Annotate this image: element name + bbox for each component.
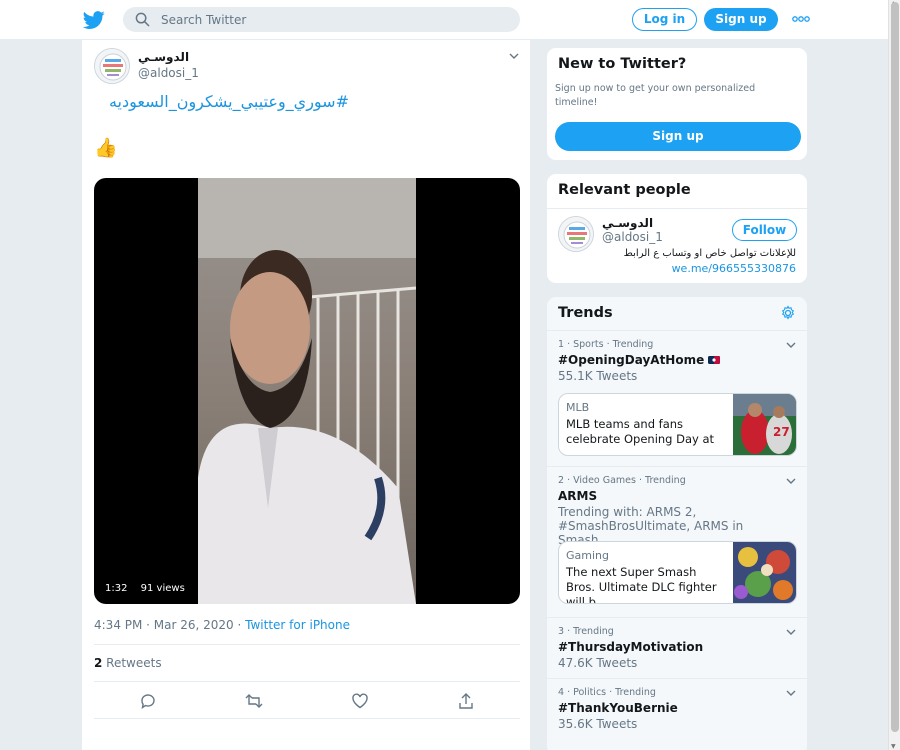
mlb-logo-icon — [708, 356, 721, 364]
tweet-actions — [94, 692, 520, 712]
divider — [94, 644, 520, 645]
trend-name-text: #OpeningDayAtHome — [558, 353, 705, 367]
chevron-down-icon[interactable] — [785, 475, 797, 487]
twitter-logo-icon[interactable] — [83, 9, 105, 31]
video-player[interactable]: 1:32 91 views — [94, 178, 520, 604]
trend-name[interactable]: #OpeningDayAtHome — [558, 353, 721, 367]
signup-description: Sign up now to get your own personalized… — [555, 83, 756, 108]
trend-meta: 2 · Video Games · Trending — [558, 475, 686, 486]
person-name[interactable]: الدوسـي — [602, 216, 653, 230]
video-views: 91 views — [140, 583, 185, 594]
chevron-down-icon[interactable] — [785, 687, 797, 699]
follow-button[interactable]: Follow — [732, 219, 797, 241]
chevron-down-icon[interactable] — [785, 626, 797, 638]
scroll-down-arrow[interactable]: ▼ — [891, 743, 896, 750]
story-headline: The next Super Smash Bros. Ultimate DLC … — [566, 565, 717, 604]
story-category: Gaming — [566, 549, 609, 562]
page-scrollbar[interactable]: ▲ ▼ — [888, 0, 900, 750]
search-bar[interactable] — [123, 7, 520, 32]
author-handle[interactable]: @aldosi_1 — [138, 66, 199, 80]
tweet-timestamp: 4:34 PM · Mar 26, 2020 · Twitter for iPh… — [94, 618, 350, 632]
svg-text:27: 27 — [773, 425, 790, 439]
trend-meta: 4 · Politics · Trending — [558, 687, 656, 698]
card-title: Trends — [558, 305, 613, 321]
trend-meta: 1 · Sports · Trending — [558, 339, 654, 350]
story-category: MLB — [566, 401, 590, 414]
video-duration: 1:32 — [105, 583, 128, 594]
retweet-icon[interactable] — [245, 692, 263, 710]
story-thumbnail: 27 — [733, 394, 796, 455]
author-avatar[interactable] — [94, 48, 130, 84]
trend-name[interactable]: #ThursdayMotivation — [558, 640, 703, 654]
author-name[interactable]: الدوسـي — [138, 50, 189, 64]
avatar-image — [559, 217, 593, 251]
top-bar: Log in Sign up — [0, 0, 888, 40]
trends-card: Trends 1 · Sports · Trending #OpeningDay… — [546, 296, 808, 750]
reply-icon[interactable] — [139, 692, 157, 710]
story-thumbnail — [733, 542, 796, 603]
divider — [547, 208, 807, 209]
divider — [94, 681, 520, 682]
like-heart-icon[interactable] — [351, 692, 369, 710]
person-avatar[interactable] — [558, 216, 594, 252]
thumbs-up-emoji: 👍 — [94, 137, 118, 159]
trend-item[interactable]: 1 · Sports · Trending #OpeningDayAtHome … — [547, 330, 807, 466]
retweet-stats[interactable]: 2 Retweets — [94, 656, 162, 670]
card-title: Relevant people — [558, 182, 691, 198]
signup-button[interactable]: Sign up — [704, 8, 778, 31]
tweet-detail: الدوسـي @aldosi_1 #سوري_وعتيبي_يشكرون_ال… — [81, 40, 531, 750]
trend-tweet-count: 55.1K Tweets — [558, 369, 638, 383]
relevant-people-card: Relevant people الدوسـي @aldosi_1 Follow… — [546, 173, 808, 284]
divider — [94, 718, 520, 719]
trend-tweet-count: 47.6K Tweets — [558, 656, 638, 670]
settings-gear-icon[interactable] — [780, 305, 796, 321]
tweet-source-link[interactable]: Twitter for iPhone — [245, 618, 350, 632]
scrollbar-thumb[interactable] — [891, 2, 899, 732]
trend-tweet-count: 35.6K Tweets — [558, 717, 638, 731]
search-input[interactable] — [161, 7, 501, 32]
tweet-hashtag-link[interactable]: #سوري_وعتيبي_يشكرون_السعوديه — [109, 92, 349, 111]
trend-story-card[interactable]: Gaming The next Super Smash Bros. Ultima… — [558, 541, 797, 604]
more-options-icon[interactable] — [792, 13, 810, 25]
person-handle[interactable]: @aldosi_1 — [602, 230, 663, 244]
video-frame — [198, 178, 416, 604]
share-icon[interactable] — [457, 692, 475, 710]
new-to-twitter-card: New to Twitter? Sign up now to get your … — [546, 47, 808, 161]
person-bio-link[interactable]: we.me/966555330876 — [672, 262, 796, 275]
trend-name[interactable]: ARMS — [558, 489, 597, 503]
person-bio: للإعلانات تواصل خاص او وتساب ع الرابط — [623, 248, 796, 259]
retweet-label: Retweets — [102, 656, 162, 670]
chevron-down-icon[interactable] — [785, 339, 797, 351]
trend-item[interactable]: 2 · Video Games · Trending ARMS Trending… — [547, 466, 807, 617]
trend-item[interactable]: 4 · Politics · Trending #ThankYouBernie … — [547, 678, 807, 740]
login-button[interactable]: Log in — [632, 8, 697, 31]
trend-meta: 3 · Trending — [558, 626, 614, 637]
search-icon — [135, 12, 150, 27]
chevron-down-icon[interactable] — [508, 50, 520, 62]
timestamp-text[interactable]: 4:34 PM · Mar 26, 2020 · — [94, 618, 245, 632]
card-title: New to Twitter? — [558, 56, 687, 72]
video-meta: 1:32 91 views — [105, 583, 195, 594]
trend-story-card[interactable]: MLB MLB teams and fans celebrate Opening… — [558, 393, 797, 456]
avatar-image — [95, 49, 129, 83]
sidebar-signup-button[interactable]: Sign up — [555, 122, 801, 151]
trend-name[interactable]: #ThankYouBernie — [558, 701, 678, 715]
trend-item[interactable]: 3 · Trending #ThursdayMotivation 47.6K T… — [547, 617, 807, 678]
story-headline: MLB teams and fans celebrate Opening Day… — [566, 417, 715, 456]
